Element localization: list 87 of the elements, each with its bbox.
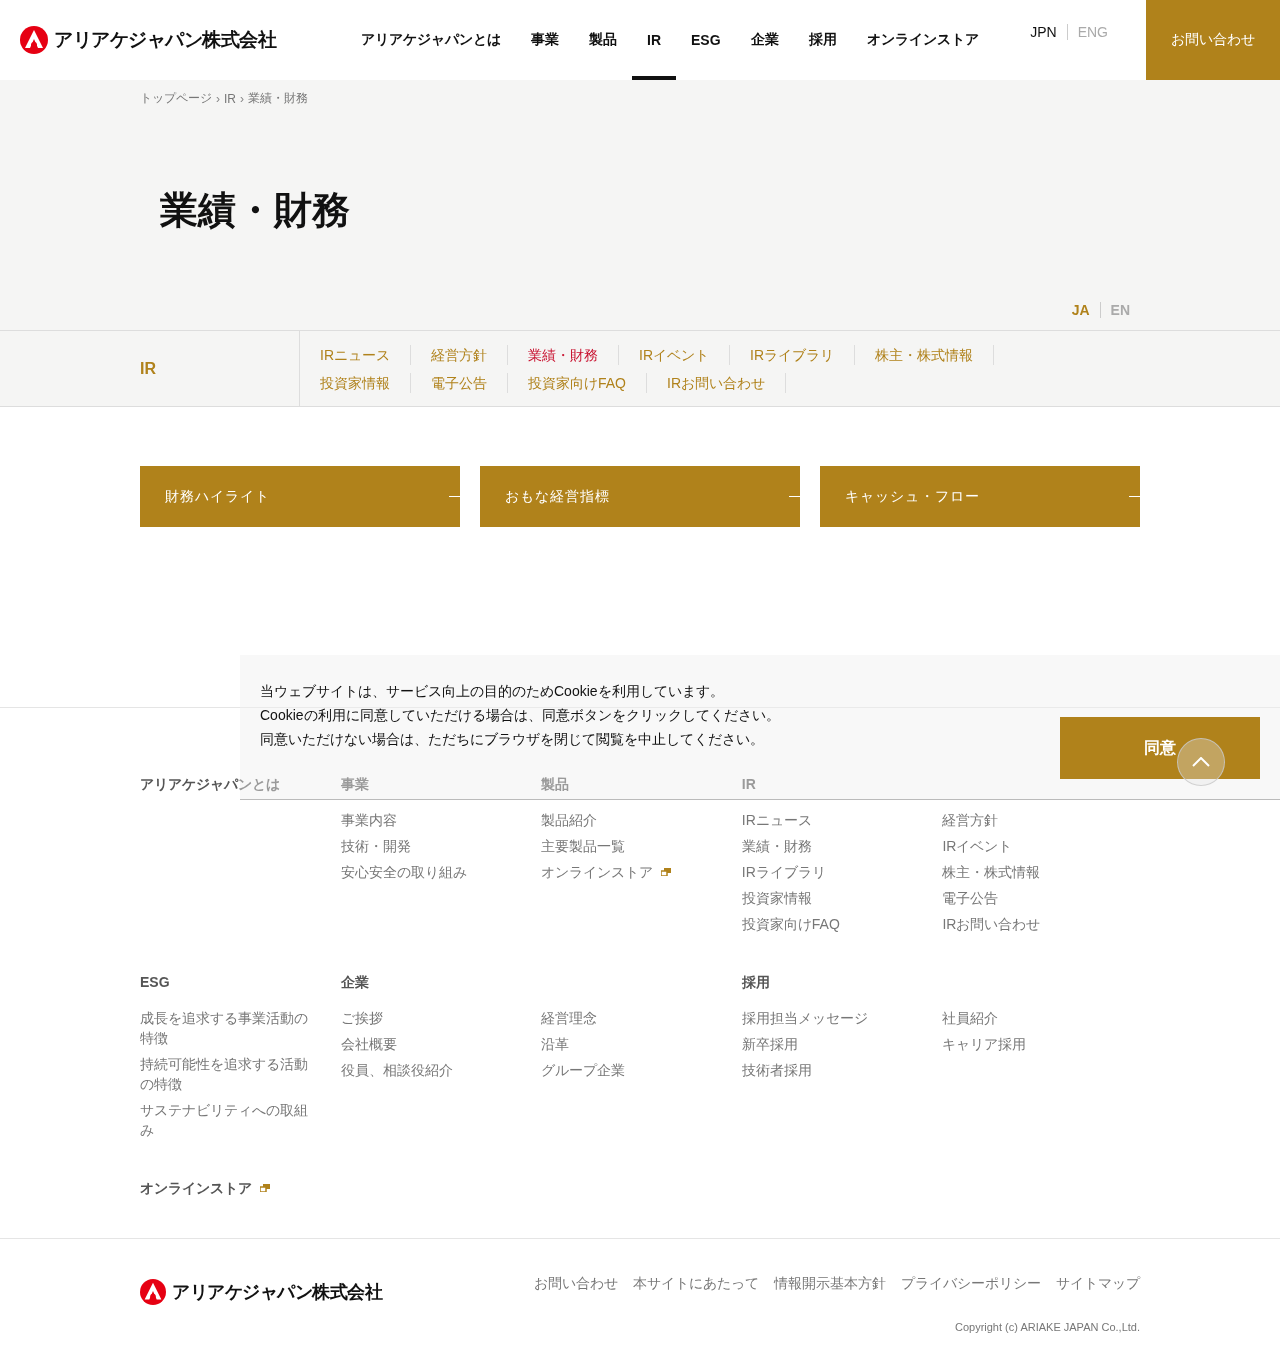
footer-link[interactable]: 持続可能性を追求する活動の特徴 [140,1054,322,1094]
breadcrumb-link[interactable]: トップページ [140,90,212,107]
footer-link[interactable]: 業績・財務 [741,836,924,856]
subnav-link[interactable]: 電子公告 [411,372,508,393]
footer-link[interactable]: プライバシーポリシー [901,1275,1041,1293]
dash-icon [1129,496,1140,497]
footer-link[interactable]: 事業内容 [340,810,523,830]
copyright-text: Copyright (c) ARIAKE JAPAN Co.,Ltd. [954,1321,1140,1333]
nav-item[interactable]: オンラインストア [851,0,994,80]
logo-text[interactable]: アリアケジャパン株式会社 [172,1280,382,1304]
footer-link[interactable]: 情報開示基本方針 [774,1275,886,1293]
breadcrumb-separator: › [240,91,244,106]
language-link[interactable]: JA [1061,302,1100,318]
section-link-card[interactable]: おもな経営指標 [480,466,800,527]
nav-item[interactable]: アリアケジャパンとは [346,0,516,80]
subnav-link[interactable]: IRイベント [619,344,730,365]
footer-link[interactable]: 採用担当メッセージ [741,1008,924,1028]
footer-link[interactable]: キャリア採用 [942,1034,1124,1054]
chevron-up-icon [1192,757,1210,767]
footer-link[interactable]: 株主・株式情報 [942,862,1124,882]
subnav-link[interactable]: IRライブラリ [730,344,855,365]
page-title: 業績・財務 [160,188,351,233]
footer-link[interactable]: IRライブラリ [741,862,924,882]
footer-link[interactable]: ご挨拶 [340,1008,523,1028]
footer-link[interactable]: 経営理念 [541,1008,723,1028]
footer-link[interactable]: IRお問い合わせ [942,914,1124,934]
logo-icon [140,1279,166,1305]
footer-link[interactable]: 電子公告 [942,888,1124,908]
footer-link[interactable]: サステナビリティへの取組み [140,1100,322,1140]
dash-icon [449,496,460,497]
footer-link[interactable]: 安心安全の取り組み [340,862,523,882]
logo-text[interactable]: アリアケジャパン株式会社 [54,27,276,53]
subnav-link[interactable]: IRお問い合わせ [647,372,786,393]
subnav-link[interactable]: 投資家向けFAQ [508,372,647,393]
footer-heading[interactable]: ESG [140,972,170,992]
footer-link[interactable]: 社員紹介 [942,1008,1124,1028]
subnav-link[interactable]: 経営方針 [411,344,508,365]
section-link-card[interactable]: 財務ハイライト [140,466,460,527]
subnav-link[interactable]: 投資家情報 [300,372,411,393]
nav-item[interactable]: ESG [676,0,736,80]
footer-heading[interactable]: 採用 [741,972,770,992]
footer-link[interactable]: お問い合わせ [534,1275,618,1293]
contact-button[interactable]: お問い合わせ [1146,0,1280,80]
footer-heading[interactable]: 企業 [340,972,369,992]
nav-item[interactable]: 採用 [793,0,852,80]
subnav-link[interactable]: IRニュース [300,344,411,365]
logo-icon [20,26,48,54]
footer-heading[interactable]: オンラインストア [140,1178,252,1198]
nav-item[interactable]: 製品 [574,0,632,80]
footer-link[interactable]: 新卒採用 [741,1034,924,1054]
scroll-top-button[interactable] [1177,738,1225,786]
footer-link[interactable]: 本サイトにあたって [633,1275,759,1293]
footer-link[interactable]: グループ企業 [541,1060,723,1080]
footer-heading[interactable]: アリアケジャパンとは [140,774,280,794]
subnav-link[interactable]: 株主・株式情報 [855,344,994,365]
footer-link[interactable]: サイトマップ [1056,1275,1140,1293]
footer-link[interactable]: 投資家情報 [741,888,924,908]
footer-link[interactable]: IRイベント [942,836,1124,856]
nav-item[interactable]: 企業 [735,0,794,80]
footer-heading[interactable]: IR [741,774,756,794]
footer-heading[interactable]: 製品 [541,774,570,794]
breadcrumb-link[interactable]: 業績・財務 [248,90,308,107]
footer-link[interactable]: 経営方針 [942,810,1124,830]
footer-link[interactable]: 沿革 [541,1034,723,1054]
dash-icon [789,496,800,497]
footer-heading[interactable]: 事業 [340,774,369,794]
section-link-card[interactable]: キャッシュ・フロー [820,466,1140,527]
language-link[interactable]: JPN [1020,24,1067,40]
section-title: IR [140,359,156,378]
nav-item[interactable]: 事業 [516,0,574,80]
footer-link[interactable]: 成長を追求する事業活動の特徴 [140,1008,322,1048]
cookie-notice-text: 当ウェブサイトは、サービス向上の目的のためCookieを利用しています。 [260,682,725,701]
footer-link[interactable]: IRニュース [741,810,924,830]
footer-link[interactable]: 技術・開発 [340,836,523,856]
cookie-notice-text: 同意いただけない場合は、ただちにブラウザを閉じて閲覧を中止してください。 [260,730,765,749]
accept-button[interactable]: 同意 [1060,717,1260,779]
footer-link[interactable]: オンラインストア [541,862,654,882]
breadcrumb-link[interactable]: IR [224,91,236,106]
footer-link[interactable]: 役員、相談役紹介 [340,1060,523,1080]
breadcrumb-separator: › [216,91,220,106]
footer-link[interactable]: 製品紹介 [541,810,723,830]
cookie-notice-text: Cookieの利用に同意していただける場合は、同意ボタンをクリックしてください。 [260,706,780,725]
footer-link[interactable]: 主要製品一覧 [541,836,723,856]
footer-link[interactable]: 技術者採用 [741,1060,924,1080]
footer-link[interactable]: 投資家向けFAQ [741,914,924,934]
footer-link[interactable]: 会社概要 [340,1034,523,1054]
subnav-link[interactable]: 業績・財務 [508,344,619,365]
